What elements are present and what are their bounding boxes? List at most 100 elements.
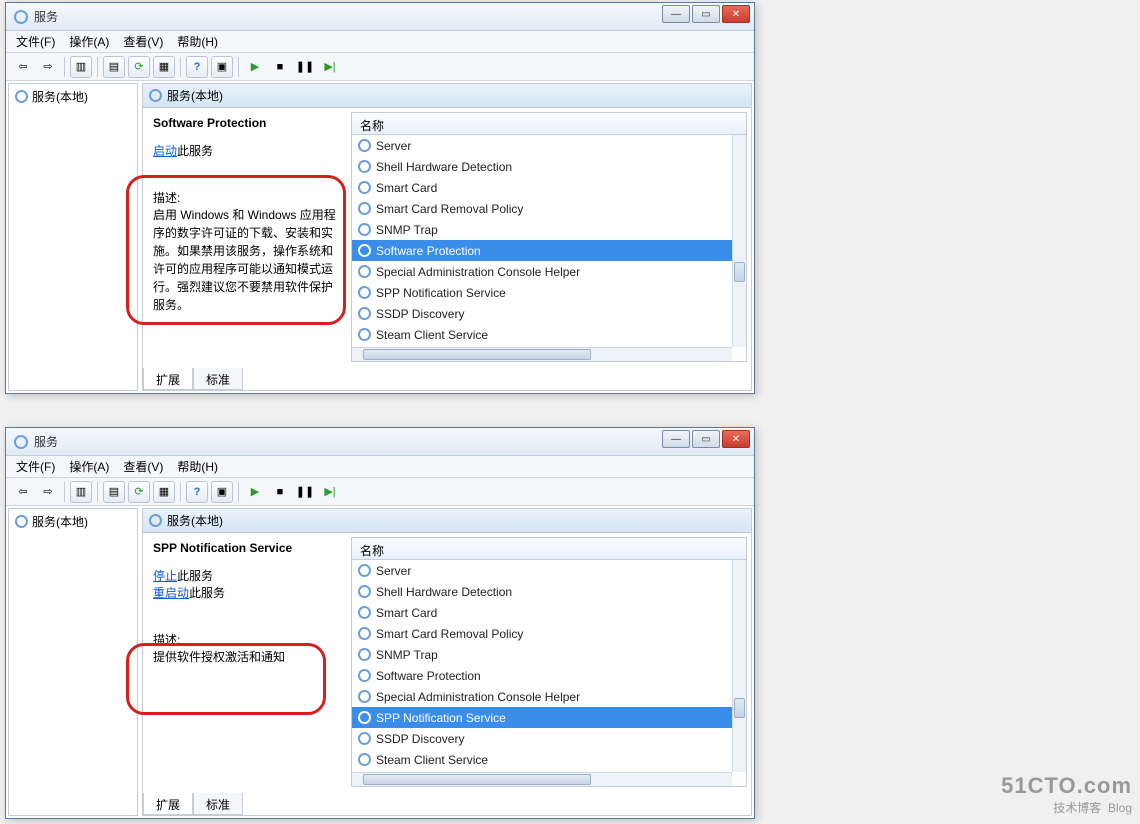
list-item[interactable]: SSDP Discovery: [352, 728, 732, 749]
restart-button[interactable]: ▶|: [319, 56, 341, 78]
horizontal-scrollbar[interactable]: [352, 347, 732, 361]
export-button[interactable]: ▦: [153, 481, 175, 503]
gear-icon: [13, 513, 30, 530]
list-item-label: Smart Card Removal Policy: [376, 627, 523, 641]
list-item[interactable]: Steam Client Service: [352, 324, 732, 345]
detail-pane: 服务(本地) SPP Notification Service 停止此服务 重启…: [142, 508, 752, 816]
list-item[interactable]: Software Protection: [352, 665, 732, 686]
list-item[interactable]: SNMP Trap: [352, 219, 732, 240]
list-item[interactable]: Shell Hardware Detection: [352, 581, 732, 602]
detail-button[interactable]: ▥: [70, 481, 92, 503]
columns-button[interactable]: ▣: [211, 56, 233, 78]
list-item[interactable]: SPP Notification Service: [352, 707, 732, 728]
menu-view[interactable]: 查看(V): [123, 33, 163, 50]
tree-item-services[interactable]: 服务(本地): [9, 509, 137, 534]
list-item[interactable]: Smart Card: [352, 602, 732, 623]
list-button[interactable]: ▤: [103, 481, 125, 503]
menu-file[interactable]: 文件(F): [16, 458, 55, 475]
gear-icon: [147, 87, 164, 104]
list-button[interactable]: ▤: [103, 56, 125, 78]
pane-header: 服务(本地): [167, 87, 223, 104]
list-item[interactable]: Special Administration Console Helper: [352, 686, 732, 707]
menu-help[interactable]: 帮助(H): [177, 33, 218, 50]
column-header-name[interactable]: 名称: [352, 113, 746, 135]
service-name: Software Protection: [153, 116, 341, 130]
tab-standard[interactable]: 标准: [193, 368, 243, 390]
pause-button[interactable]: ❚❚: [294, 481, 316, 503]
pause-button[interactable]: ❚❚: [294, 56, 316, 78]
close-button[interactable]: ✕: [722, 430, 750, 448]
restart-button[interactable]: ▶|: [319, 481, 341, 503]
info-panel: SPP Notification Service 停止此服务 重启动此服务 描述…: [143, 533, 351, 791]
list-item[interactable]: SSDP Discovery: [352, 303, 732, 324]
minimize-button[interactable]: —: [662, 430, 690, 448]
service-name: SPP Notification Service: [153, 541, 341, 555]
horizontal-scrollbar[interactable]: [352, 772, 732, 786]
list-item[interactable]: SNMP Trap: [352, 644, 732, 665]
info-panel: Software Protection 启动此服务 描述: 启用 Windows…: [143, 108, 351, 366]
titlebar[interactable]: 服务 — ▭ ✕: [6, 3, 754, 31]
gear-icon: [356, 709, 373, 726]
pane-header: 服务(本地): [167, 512, 223, 529]
start-link[interactable]: 启动: [153, 144, 177, 158]
start-button[interactable]: ▶: [244, 481, 266, 503]
list-item[interactable]: SPP Notification Service: [352, 282, 732, 303]
start-button[interactable]: ▶: [244, 56, 266, 78]
list-item[interactable]: Special Administration Console Helper: [352, 261, 732, 282]
export-button[interactable]: ▦: [153, 56, 175, 78]
gear-icon: [356, 242, 373, 259]
tab-extended[interactable]: 扩展: [143, 368, 193, 390]
help-button[interactable]: ?: [186, 481, 208, 503]
maximize-button[interactable]: ▭: [692, 430, 720, 448]
list-item[interactable]: Smart Card Removal Policy: [352, 198, 732, 219]
gear-icon: [356, 284, 373, 301]
desc-label: 描述:: [153, 631, 341, 648]
menu-action[interactable]: 操作(A): [69, 33, 109, 50]
back-button[interactable]: ⇦: [12, 56, 34, 78]
stop-link[interactable]: 停止: [153, 569, 177, 583]
stop-button[interactable]: ■: [269, 481, 291, 503]
minimize-button[interactable]: —: [662, 5, 690, 23]
list-item[interactable]: Shell Hardware Detection: [352, 156, 732, 177]
help-button[interactable]: ?: [186, 56, 208, 78]
menu-help[interactable]: 帮助(H): [177, 458, 218, 475]
list-item[interactable]: Smart Card: [352, 177, 732, 198]
gear-icon: [356, 604, 373, 621]
back-button[interactable]: ⇦: [12, 481, 34, 503]
tab-extended[interactable]: 扩展: [143, 793, 193, 815]
menu-file[interactable]: 文件(F): [16, 33, 55, 50]
list-item[interactable]: Server: [352, 560, 732, 581]
close-button[interactable]: ✕: [722, 5, 750, 23]
forward-button[interactable]: ⇨: [37, 481, 59, 503]
list-item-label: Software Protection: [376, 244, 481, 258]
list-item[interactable]: Software Protection: [352, 240, 732, 261]
forward-button[interactable]: ⇨: [37, 56, 59, 78]
stop-button[interactable]: ■: [269, 56, 291, 78]
titlebar[interactable]: 服务 — ▭ ✕: [6, 428, 754, 456]
gear-icon: [12, 8, 30, 26]
list-item[interactable]: Steam Client Service: [352, 749, 732, 770]
refresh-button[interactable]: ⟳: [128, 56, 150, 78]
maximize-button[interactable]: ▭: [692, 5, 720, 23]
gear-icon: [13, 88, 30, 105]
menu-view[interactable]: 查看(V): [123, 458, 163, 475]
gear-icon: [356, 751, 373, 768]
detail-button[interactable]: ▥: [70, 56, 92, 78]
gear-icon: [356, 200, 373, 217]
columns-button[interactable]: ▣: [211, 481, 233, 503]
tree-item-services[interactable]: 服务(本地): [9, 84, 137, 109]
menu-action[interactable]: 操作(A): [69, 458, 109, 475]
column-header-name[interactable]: 名称: [352, 538, 746, 560]
list-item-label: SNMP Trap: [376, 223, 438, 237]
vertical-scrollbar[interactable]: [732, 135, 746, 347]
tab-standard[interactable]: 标准: [193, 793, 243, 815]
gear-icon: [356, 730, 373, 747]
list-item[interactable]: Server: [352, 135, 732, 156]
list-item-label: SSDP Discovery: [376, 307, 464, 321]
refresh-button[interactable]: ⟳: [128, 481, 150, 503]
vertical-scrollbar[interactable]: [732, 560, 746, 772]
list-item-label: Software Protection: [376, 669, 481, 683]
service-list: 名称 ServerShell Hardware DetectionSmart C…: [351, 112, 747, 362]
list-item[interactable]: Smart Card Removal Policy: [352, 623, 732, 644]
restart-link[interactable]: 重启动: [153, 586, 189, 600]
